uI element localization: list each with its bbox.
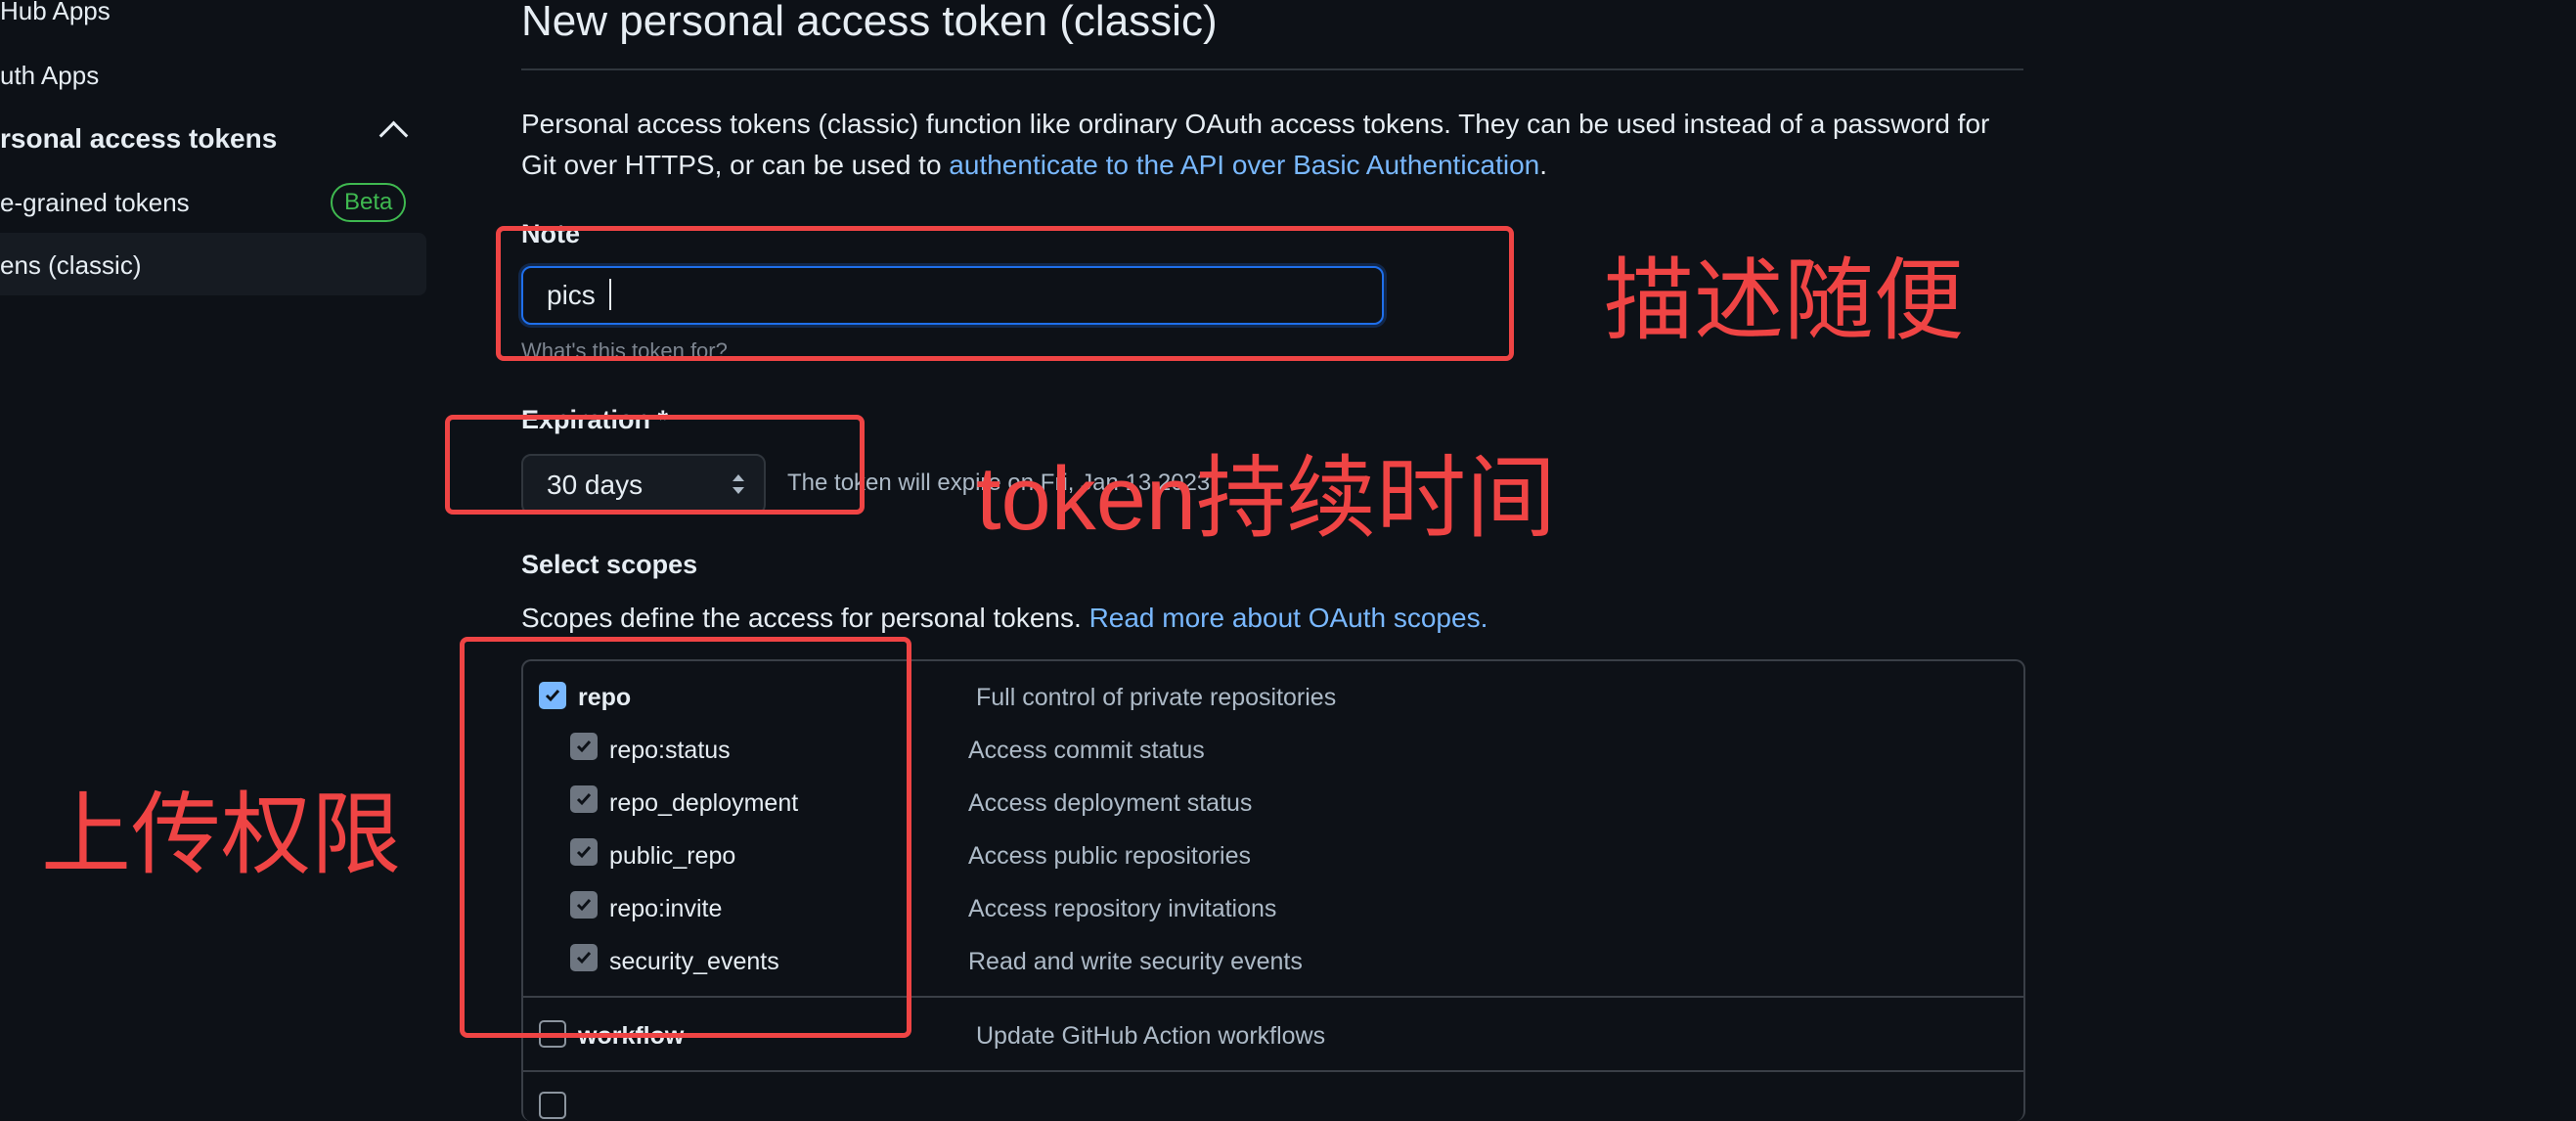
scopes-description-text: Scopes define the access for personal to…: [521, 603, 1089, 633]
page-title: New personal access token (classic): [521, 0, 1218, 45]
annotation-box-note: [496, 226, 1514, 361]
scope-desc-workflow: Update GitHub Action workflows: [976, 1022, 1326, 1050]
chevron-up-icon[interactable]: [378, 120, 409, 151]
scope-desc-repo-status: Access commit status: [968, 737, 1205, 764]
description-end: .: [1539, 150, 1548, 180]
scope-desc-repo-invite: Access repository invitations: [968, 895, 1277, 922]
basic-auth-link[interactable]: authenticate to the API over Basic Authe…: [949, 150, 1539, 180]
title-divider: [521, 68, 2023, 70]
beta-badge: Beta: [331, 183, 407, 222]
sidebar-item-fine-grained-tokens[interactable]: e-grained tokens: [0, 188, 190, 218]
select-scopes-title: Select scopes: [521, 550, 698, 579]
next-scope-checkbox[interactable]: [539, 1092, 566, 1119]
sidebar-item-tokens-classic[interactable]: ens (classic): [0, 250, 141, 281]
oauth-scopes-link[interactable]: Read more about OAuth scopes.: [1089, 603, 1488, 633]
scope-desc-security-events: Read and write security events: [968, 948, 1303, 975]
annotation-scopes-text: 上传权限: [41, 785, 402, 885]
scope-desc-public-repo: Access public repositories: [968, 842, 1252, 870]
annotation-box-expiration: [445, 415, 865, 515]
sidebar-item-oauth-apps[interactable]: uth Apps: [0, 61, 99, 91]
scope-desc-repo-deployment: Access deployment status: [968, 789, 1253, 817]
scopes-description: Scopes define the access for personal to…: [521, 603, 1488, 634]
annotation-note-text: 描述随便: [1604, 251, 1965, 351]
annotation-expiration-text: token持续时间: [976, 449, 1557, 549]
annotation-box-scopes: [460, 637, 911, 1038]
scope-divider: [521, 1070, 2023, 1072]
sidebar-item-personal-access-tokens[interactable]: rsonal access tokens: [0, 123, 277, 155]
sidebar-item-github-apps[interactable]: Hub Apps: [0, 0, 111, 26]
page-description: Personal access tokens (classic) functio…: [521, 104, 2027, 186]
scope-desc-repo: Full control of private repositories: [976, 684, 1337, 711]
